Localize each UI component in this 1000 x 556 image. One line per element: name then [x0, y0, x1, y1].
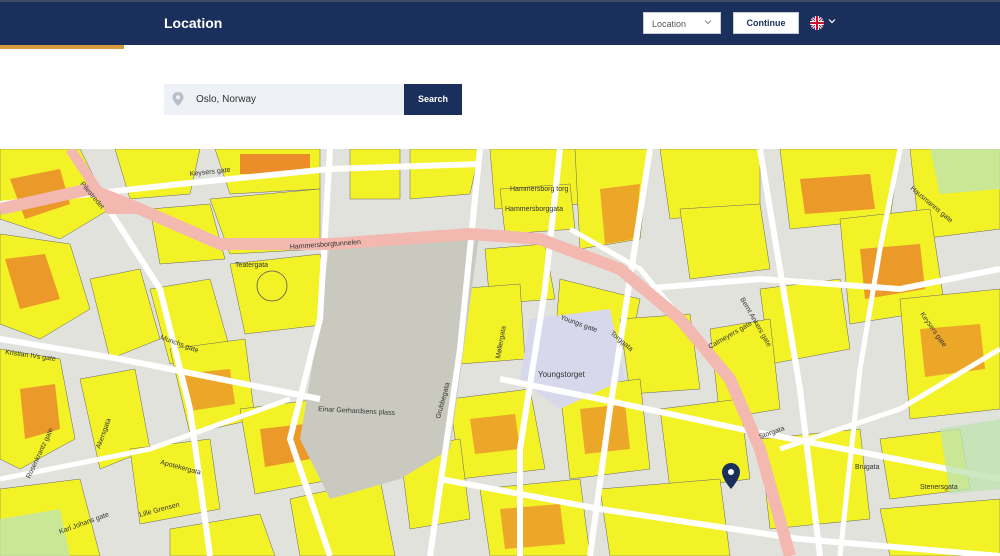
- page-title: Location: [164, 15, 223, 31]
- continue-button[interactable]: Continue: [733, 12, 799, 34]
- location-pin-icon: [172, 92, 184, 106]
- location-select-value: Location: [652, 19, 687, 29]
- search-button[interactable]: Search: [404, 84, 462, 115]
- progress-accent: [0, 45, 124, 49]
- square-label: Youngstorget: [538, 370, 586, 379]
- map-view[interactable]: Keysers gate Hammersborg torg Hammersbor…: [0, 149, 1000, 556]
- location-select[interactable]: Location: [643, 12, 721, 34]
- chevron-down-icon: [704, 20, 712, 25]
- street-label: Hammersborggata: [505, 206, 563, 213]
- language-chevron-icon[interactable]: [828, 17, 836, 25]
- search-input[interactable]: [196, 84, 396, 115]
- street-label: Brugata: [855, 464, 880, 471]
- street-label: Hammersborg torg: [510, 186, 568, 193]
- street-label: Stenersgata: [920, 484, 958, 491]
- uk-flag-icon[interactable]: [810, 16, 824, 30]
- street-label: Teatergata: [235, 262, 268, 269]
- header-bar: Location: [0, 0, 1000, 45]
